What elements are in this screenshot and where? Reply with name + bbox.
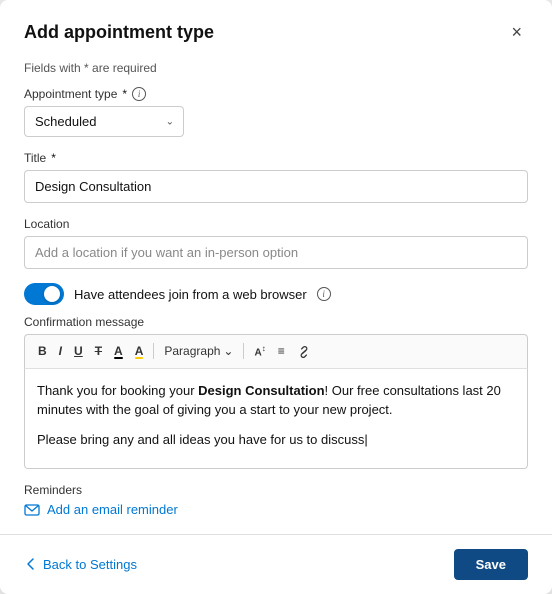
back-to-settings-button[interactable]: Back to Settings — [24, 557, 137, 572]
required-note: Fields with * are required — [24, 61, 528, 75]
link-button[interactable] — [292, 341, 316, 362]
required-star: * — [122, 87, 127, 101]
title-input[interactable] — [24, 170, 528, 203]
align-button[interactable]: ≡ — [273, 341, 290, 361]
toggle-info-icon[interactable]: i — [317, 287, 331, 301]
location-group: Location — [24, 217, 528, 269]
confirmation-message-label: Confirmation message — [24, 315, 528, 329]
underline-button[interactable]: U — [69, 341, 88, 361]
email-icon — [24, 502, 40, 518]
bold-button[interactable]: B — [33, 341, 52, 361]
editor-bold-text: Design Consultation — [198, 383, 324, 398]
toolbar-separator-1 — [153, 343, 154, 359]
toggle-slider — [24, 283, 64, 305]
modal-footer: Back to Settings Save — [0, 534, 552, 594]
appointment-type-select[interactable]: Scheduled On-demand — [24, 106, 184, 137]
paragraph-label: Paragraph — [164, 344, 220, 358]
editor-area[interactable]: Thank you for booking your Design Consul… — [24, 369, 528, 469]
confirmation-message-group: Confirmation message B I U T A A — [24, 315, 528, 469]
editor-line-1: Thank you for booking your Design Consul… — [37, 381, 515, 420]
add-email-reminder-button[interactable]: Add an email reminder — [24, 502, 178, 518]
font-color-button[interactable]: A — [109, 341, 128, 361]
reminders-label: Reminders — [24, 483, 528, 497]
appointment-type-label: Appointment type * i — [24, 87, 528, 101]
paragraph-dropdown[interactable]: Paragraph ⌄ — [159, 341, 238, 361]
appointment-type-select-wrapper: Scheduled On-demand ⌄ — [24, 106, 184, 137]
add-appointment-modal: Add appointment type × Fields with * are… — [0, 0, 552, 594]
location-label: Location — [24, 217, 528, 231]
toolbar-separator-2 — [243, 343, 244, 359]
close-button[interactable]: × — [505, 20, 528, 45]
modal-body: Fields with * are required Appointment t… — [0, 57, 552, 534]
editor-line-2: Please bring any and all ideas you have … — [37, 430, 515, 450]
modal-header: Add appointment type × — [0, 0, 552, 57]
strikethrough-button[interactable]: T — [90, 341, 107, 361]
font-size-button[interactable]: A↕ — [249, 341, 270, 361]
toggle-row: Have attendees join from a web browser i — [24, 283, 528, 305]
modal-title: Add appointment type — [24, 22, 214, 43]
highlight-button[interactable]: A — [130, 341, 149, 361]
italic-button[interactable]: I — [54, 341, 67, 361]
appointment-type-group: Appointment type * i Scheduled On-demand… — [24, 87, 528, 137]
reminders-section: Reminders Add an email reminder — [24, 483, 528, 518]
web-browser-toggle[interactable] — [24, 283, 64, 305]
title-group: Title * — [24, 151, 528, 203]
dropdown-chevron-icon: ⌄ — [223, 344, 233, 358]
title-label: Title * — [24, 151, 528, 165]
required-star-title: * — [51, 151, 56, 165]
toggle-label: Have attendees join from a web browser — [74, 287, 307, 302]
back-arrow-icon — [24, 557, 38, 571]
editor-toolbar: B I U T A A Paragr — [24, 334, 528, 369]
location-input[interactable] — [24, 236, 528, 269]
save-button[interactable]: Save — [454, 549, 528, 580]
appointment-type-info-icon[interactable]: i — [132, 87, 146, 101]
